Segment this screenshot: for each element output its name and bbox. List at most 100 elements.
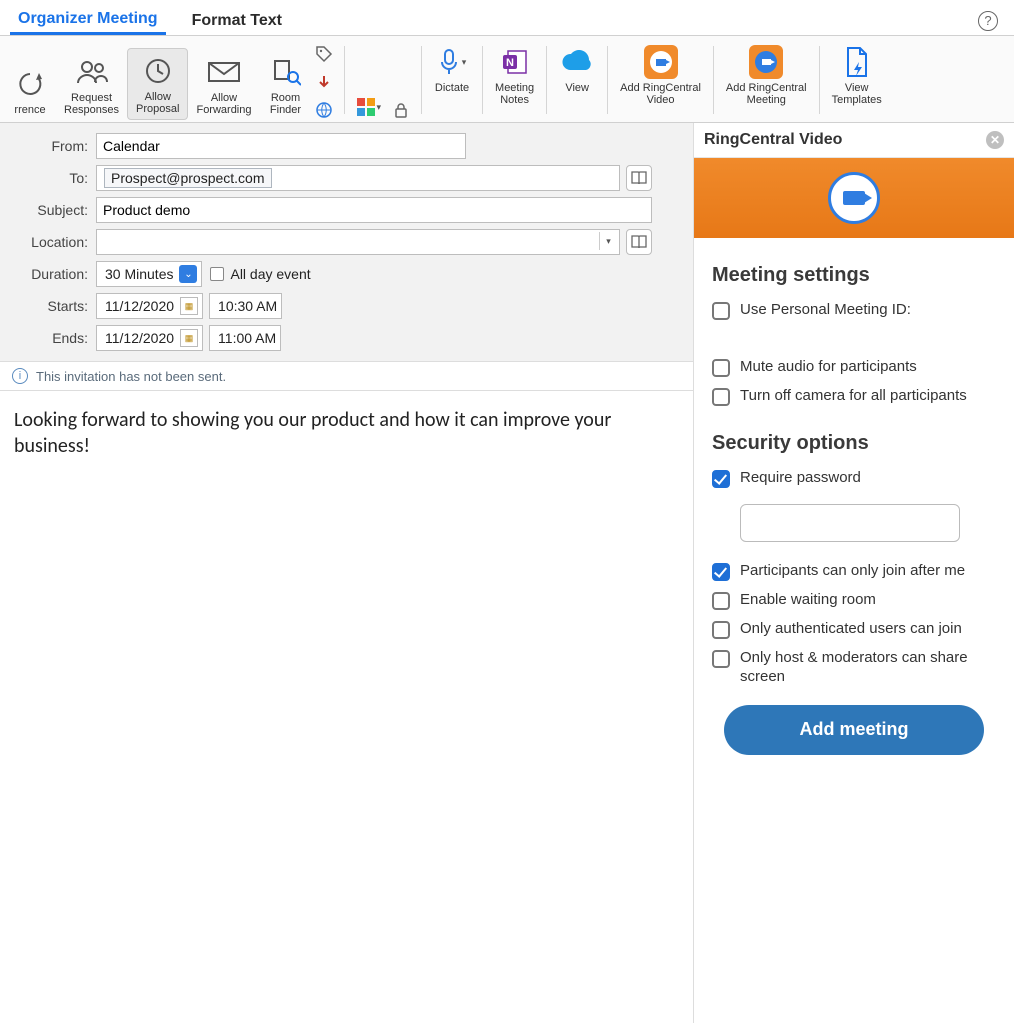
meeting-form: From: To: Prospect@prospect.com Subject:… <box>0 123 693 362</box>
envelope-icon <box>206 54 242 90</box>
password-input[interactable] <box>740 504 960 542</box>
location-book-button[interactable] <box>626 229 652 255</box>
use-pmi-label: Use Personal Meeting ID: <box>740 301 911 320</box>
view-label: View <box>565 82 589 94</box>
svg-text:N: N <box>506 57 514 69</box>
end-date-value: 11/12/2020 <box>105 330 174 346</box>
duration-label: Duration: <box>12 266 96 282</box>
allday-label: All day event <box>230 266 310 282</box>
lock-icon[interactable] <box>391 100 411 120</box>
unsent-notice: i This invitation has not been sent. <box>0 362 693 391</box>
book-icon <box>630 234 648 250</box>
meeting-notes-button[interactable]: N Meeting Notes <box>487 40 542 120</box>
add-rc-meeting-label: Add RingCentral Meeting <box>726 82 807 106</box>
subject-label: Subject: <box>12 202 96 218</box>
duration-select[interactable]: 30 Minutes ⌄ <box>96 261 202 287</box>
ringcentral-video-icon <box>643 44 679 80</box>
dictate-button[interactable]: ▾ Dictate <box>426 40 478 120</box>
ribbon-mini-column <box>312 40 340 120</box>
end-date-field[interactable]: 11/12/2020 ▦ <box>96 325 203 351</box>
close-icon[interactable]: ✕ <box>986 131 1004 149</box>
room-finder-button[interactable]: Room Finder <box>260 50 312 120</box>
recurrence-icon <box>12 66 48 102</box>
room-finder-icon <box>268 54 304 90</box>
request-responses-button[interactable]: Request Responses <box>56 50 127 120</box>
add-ringcentral-video-button[interactable]: Add RingCentral Video <box>612 40 709 120</box>
join-after-me-checkbox[interactable] <box>712 563 730 581</box>
turn-off-camera-label: Turn off camera for all participants <box>740 387 967 406</box>
auth-users-checkbox[interactable] <box>712 621 730 639</box>
location-field[interactable]: ▾ <box>96 229 620 255</box>
view-templates-label: View Templates <box>832 82 882 106</box>
view-templates-button[interactable]: View Templates <box>824 40 890 120</box>
room-finder-label: Room Finder <box>270 92 301 116</box>
panel-title-text: RingCentral Video <box>704 131 842 149</box>
host-share-checkbox[interactable] <box>712 650 730 668</box>
ringcentral-meeting-icon <box>748 44 784 80</box>
add-ringcentral-meeting-button[interactable]: Add RingCentral Meeting <box>718 40 815 120</box>
tab-bar: Organizer Meeting Format Text ? <box>0 0 1014 36</box>
location-label: Location: <box>12 234 96 250</box>
ringcentral-panel: RingCentral Video ✕ Meeting settings Use… <box>694 123 1014 1023</box>
grid-icon <box>357 98 375 116</box>
request-responses-label: Request Responses <box>64 92 119 116</box>
mute-audio-label: Mute audio for participants <box>740 358 917 377</box>
start-date-value: 11/12/2020 <box>105 298 174 314</box>
meeting-settings-title: Meeting settings <box>712 264 996 287</box>
microphone-icon: ▾ <box>434 44 470 80</box>
turn-off-camera-checkbox[interactable] <box>712 388 730 406</box>
end-time-value: 11:00 AM <box>218 330 276 346</box>
chevron-down-icon: ▾ <box>462 57 467 68</box>
waiting-room-label: Enable waiting room <box>740 591 876 610</box>
categorize-button[interactable]: ▾ <box>349 88 390 120</box>
tab-format-text[interactable]: Format Text <box>184 8 290 34</box>
calendar-icon[interactable]: ▦ <box>180 329 198 347</box>
message-body[interactable]: Looking forward to showing you our produ… <box>0 391 693 1023</box>
book-icon <box>630 170 648 186</box>
meeting-notes-label: Meeting Notes <box>495 82 534 106</box>
video-hero-icon <box>828 172 880 224</box>
to-field[interactable]: Prospect@prospect.com <box>96 165 620 191</box>
help-icon[interactable]: ? <box>978 11 998 31</box>
chevron-down-icon[interactable]: ▾ <box>599 232 617 250</box>
subject-field[interactable] <box>96 197 652 223</box>
tag-icon[interactable] <box>314 44 334 64</box>
chevron-down-icon: ⌄ <box>179 265 197 283</box>
add-meeting-button[interactable]: Add meeting <box>724 705 984 755</box>
require-password-label: Require password <box>740 469 861 488</box>
recurrence-label: rrence <box>14 104 45 116</box>
from-field[interactable] <box>96 133 466 159</box>
ends-label: Ends: <box>12 330 96 346</box>
allow-forwarding-button[interactable]: Allow Forwarding <box>188 50 259 120</box>
notice-text: This invitation has not been sent. <box>36 369 226 384</box>
ribbon-toolbar: rrence Request Responses Allow Proposal … <box>0 36 1014 123</box>
join-after-me-label: Participants can only join after me <box>740 562 965 581</box>
allow-proposal-button[interactable]: Allow Proposal <box>127 48 188 120</box>
use-pmi-checkbox[interactable] <box>712 302 730 320</box>
clock-icon <box>140 53 176 89</box>
panel-header: RingCentral Video ✕ <box>694 123 1014 158</box>
allow-proposal-label: Allow Proposal <box>136 91 179 115</box>
onenote-icon: N <box>497 44 533 80</box>
security-options-title: Security options <box>712 432 996 455</box>
to-chip[interactable]: Prospect@prospect.com <box>104 168 272 188</box>
start-date-field[interactable]: 11/12/2020 ▦ <box>96 293 203 319</box>
mute-audio-checkbox[interactable] <box>712 359 730 377</box>
start-time-field[interactable]: 10:30 AM <box>209 293 282 319</box>
waiting-room-checkbox[interactable] <box>712 592 730 610</box>
globe-icon[interactable] <box>314 100 334 120</box>
compose-pane: From: To: Prospect@prospect.com Subject:… <box>0 123 694 1023</box>
tab-organizer-meeting[interactable]: Organizer Meeting <box>10 6 166 35</box>
allday-checkbox[interactable] <box>210 267 224 281</box>
calendar-icon[interactable]: ▦ <box>180 297 198 315</box>
arrow-down-icon[interactable] <box>314 72 334 92</box>
document-lightning-icon <box>839 44 875 80</box>
from-label: From: <box>12 138 96 154</box>
address-book-button[interactable] <box>626 165 652 191</box>
info-icon: i <box>12 368 28 384</box>
recurrence-button[interactable]: rrence <box>4 62 56 120</box>
require-password-checkbox[interactable] <box>712 470 730 488</box>
end-time-field[interactable]: 11:00 AM <box>209 325 281 351</box>
view-button[interactable]: View <box>551 40 603 120</box>
chevron-down-icon: ▾ <box>377 102 382 113</box>
